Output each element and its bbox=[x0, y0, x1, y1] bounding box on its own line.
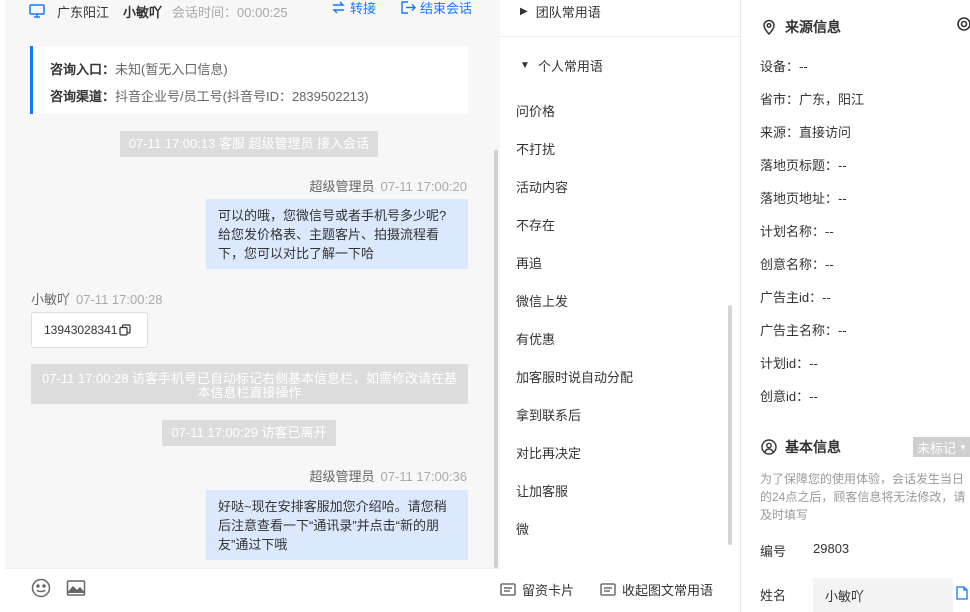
copy-icon[interactable] bbox=[119, 324, 132, 336]
message-time: 07-11 17:00:28 bbox=[76, 292, 163, 307]
source-row: 省市：广东，阳江 bbox=[760, 92, 865, 107]
phrase-item[interactable]: 让加客服 bbox=[516, 481, 568, 500]
leave-card-button[interactable]: 留资卡片 bbox=[500, 580, 574, 599]
basic-info-header: 基本信息 bbox=[761, 437, 841, 457]
channel-line: 咨询渠道：抖音企业号/员工号(抖音号ID：2839502213) bbox=[50, 83, 468, 110]
message-time: 07-11 17:00:20 bbox=[380, 179, 468, 194]
card-icon bbox=[600, 582, 616, 596]
phrase-item[interactable]: 拿到联系后 bbox=[516, 405, 581, 424]
visitor-phone: 13943028341 bbox=[44, 323, 118, 337]
message-time: 07-11 17:00:36 bbox=[380, 469, 468, 484]
source-row: 广告主id：-- bbox=[760, 290, 831, 305]
visitor-name: 小敏吖 bbox=[123, 4, 163, 20]
monitor-icon bbox=[29, 4, 45, 18]
source-row: 创意名称：-- bbox=[760, 257, 834, 272]
phrases-panel: ▶ 团队常用语 ▼ 个人常用语 问价格 不打扰 活动内容 不存在 再追 微信上发… bbox=[500, 0, 740, 612]
personal-phrases-label: 个人常用语 bbox=[537, 59, 603, 74]
collapse-phrases-label: 收起图文常用语 bbox=[622, 583, 714, 598]
name-value: 小敏吖 bbox=[825, 588, 865, 604]
chat-workspace: 广东阳江 小敏吖 会话时间：00:00:25 转接 结束会话 咨询入口：未知(暂… bbox=[0, 0, 970, 612]
agent-sender: 超级管理员 07-11 17:00:36 bbox=[309, 466, 467, 485]
chat-toolbar bbox=[5, 568, 500, 612]
system-message: 07-11 17:00:28 访客手机号已自动标记右侧基本信息栏，如需修改请在基… bbox=[31, 364, 468, 404]
source-info-title: 来源信息 bbox=[785, 19, 841, 35]
phrase-item[interactable]: 问价格 bbox=[516, 101, 555, 120]
name-field[interactable]: 小敏吖 bbox=[813, 578, 953, 612]
system-message: 07-11 17:00:13 客服 超级管理员 接入会话 bbox=[120, 131, 378, 157]
source-info-header: 来源信息 bbox=[761, 17, 841, 37]
caret-right-icon: ▶ bbox=[520, 6, 528, 17]
session-time: 会话时间：00:00:25 bbox=[172, 4, 288, 20]
chat-header: 广东阳江 小敏吖 会话时间：00:00:25 转接 结束会话 bbox=[5, 0, 500, 32]
source-row: 广告主名称：-- bbox=[760, 323, 847, 338]
phrase-item[interactable]: 不存在 bbox=[516, 215, 555, 234]
entry-key: 咨询入口： bbox=[50, 62, 116, 77]
phrases-scrollbar[interactable] bbox=[728, 305, 732, 545]
collapse-phrases-button[interactable]: 收起图文常用语 bbox=[600, 580, 713, 599]
visitor-location: 广东阳江 bbox=[57, 4, 110, 20]
chat-scrollbar[interactable] bbox=[494, 150, 498, 568]
tag-label: 未标记 bbox=[917, 440, 957, 456]
end-session-label: 结束会话 bbox=[420, 1, 473, 16]
phrase-item[interactable]: 活动内容 bbox=[516, 177, 568, 196]
visitor-sender-name: 小敏吖 bbox=[31, 292, 71, 307]
image-icon[interactable] bbox=[66, 578, 86, 598]
source-row: 落地页地址：-- bbox=[760, 191, 847, 206]
exit-icon bbox=[401, 1, 416, 14]
transfer-label: 转接 bbox=[350, 1, 377, 16]
phrase-item[interactable]: 微 bbox=[516, 519, 529, 538]
entry-line: 咨询入口：未知(暂无入口信息) bbox=[50, 56, 468, 83]
agent-name: 超级管理员 bbox=[309, 469, 375, 484]
phrase-item[interactable]: 微信上发 bbox=[516, 291, 568, 310]
user-circle-icon bbox=[761, 439, 777, 455]
personal-phrases-group[interactable]: ▼ 个人常用语 bbox=[520, 56, 603, 75]
leave-card-label: 留资卡片 bbox=[522, 583, 575, 598]
phrase-item[interactable]: 有优惠 bbox=[516, 329, 555, 348]
source-row: 创意id：-- bbox=[760, 389, 818, 404]
caret-down-icon: ▼ bbox=[520, 60, 530, 71]
source-row: 计划id：-- bbox=[760, 356, 818, 371]
id-label: 编号 bbox=[760, 544, 787, 559]
customer-info-panel: 来源信息 设备：-- 省市：广东，阳江 来源：直接访问 落地页标题：-- 落地页… bbox=[741, 0, 970, 612]
transfer-button[interactable]: 转接 bbox=[331, 0, 376, 17]
agent-message-bubble: 可以的哦，您微信号或者手机号多少呢?给您发价格表、主题客片、拍摄流程看下，您可以… bbox=[206, 199, 468, 269]
source-card: 咨询入口：未知(暂无入口信息) 咨询渠道：抖音企业号/员工号(抖音号ID：283… bbox=[30, 46, 468, 114]
visitor-message-bubble: 13943028341 bbox=[31, 312, 148, 348]
basic-info-title: 基本信息 bbox=[785, 439, 841, 455]
divider bbox=[500, 36, 740, 37]
source-row: 来源：直接访问 bbox=[760, 125, 852, 140]
phrase-item[interactable]: 再追 bbox=[516, 253, 542, 272]
name-label: 姓名 bbox=[760, 588, 787, 603]
source-row: 落地页标题：-- bbox=[760, 158, 847, 173]
system-message: 07-11 17:00:29 访客已离开 bbox=[162, 420, 336, 446]
edit-icon[interactable] bbox=[956, 586, 968, 600]
end-session-button[interactable]: 结束会话 bbox=[401, 0, 472, 17]
agent-name: 超级管理员 bbox=[309, 179, 375, 194]
agent-message-bubble: 好哒~现在安排客服加您介绍哈。请您稍后注意查看一下“通讯录”并点击“新的朋友”通… bbox=[206, 490, 468, 560]
source-row: 设备：-- bbox=[760, 59, 808, 74]
agent-sender: 超级管理员 07-11 17:00:20 bbox=[309, 176, 467, 195]
caret-down-icon: ▼ bbox=[959, 442, 967, 452]
phrase-item[interactable]: 不打扰 bbox=[516, 139, 555, 158]
tag-select[interactable]: 未标记 ▼ bbox=[913, 437, 970, 457]
card-icon bbox=[500, 582, 516, 596]
id-value: 29803 bbox=[813, 541, 850, 556]
channel-key: 咨询渠道： bbox=[50, 89, 116, 104]
chat-panel: 广东阳江 小敏吖 会话时间：00:00:25 转接 结束会话 咨询入口：未知(暂… bbox=[5, 0, 500, 612]
team-phrases-group[interactable]: ▶ 团队常用语 bbox=[520, 2, 601, 21]
visitor-sender: 小敏吖 07-11 17:00:28 bbox=[31, 289, 163, 308]
phrase-item[interactable]: 加客服时说自动分配 bbox=[516, 367, 633, 386]
info-notice: 为了保障您的使用体验，会话发生当日的24点之后，顾客信息将无法修改，请及时填写 bbox=[760, 472, 966, 522]
team-phrases-label: 团队常用语 bbox=[535, 5, 601, 20]
transfer-icon bbox=[332, 1, 345, 14]
phrases-toolbar: 留资卡片 收起图文常用语 bbox=[500, 568, 740, 612]
gear-icon[interactable] bbox=[956, 16, 970, 32]
entry-value: 未知(暂无入口信息) bbox=[115, 62, 228, 77]
source-row: 计划名称：-- bbox=[760, 224, 834, 239]
location-pin-icon bbox=[763, 19, 775, 35]
channel-value: 抖音企业号/员工号(抖音号ID：2839502213) bbox=[115, 89, 369, 104]
emoji-icon[interactable] bbox=[31, 578, 51, 598]
phrase-item[interactable]: 对比再决定 bbox=[516, 443, 581, 462]
